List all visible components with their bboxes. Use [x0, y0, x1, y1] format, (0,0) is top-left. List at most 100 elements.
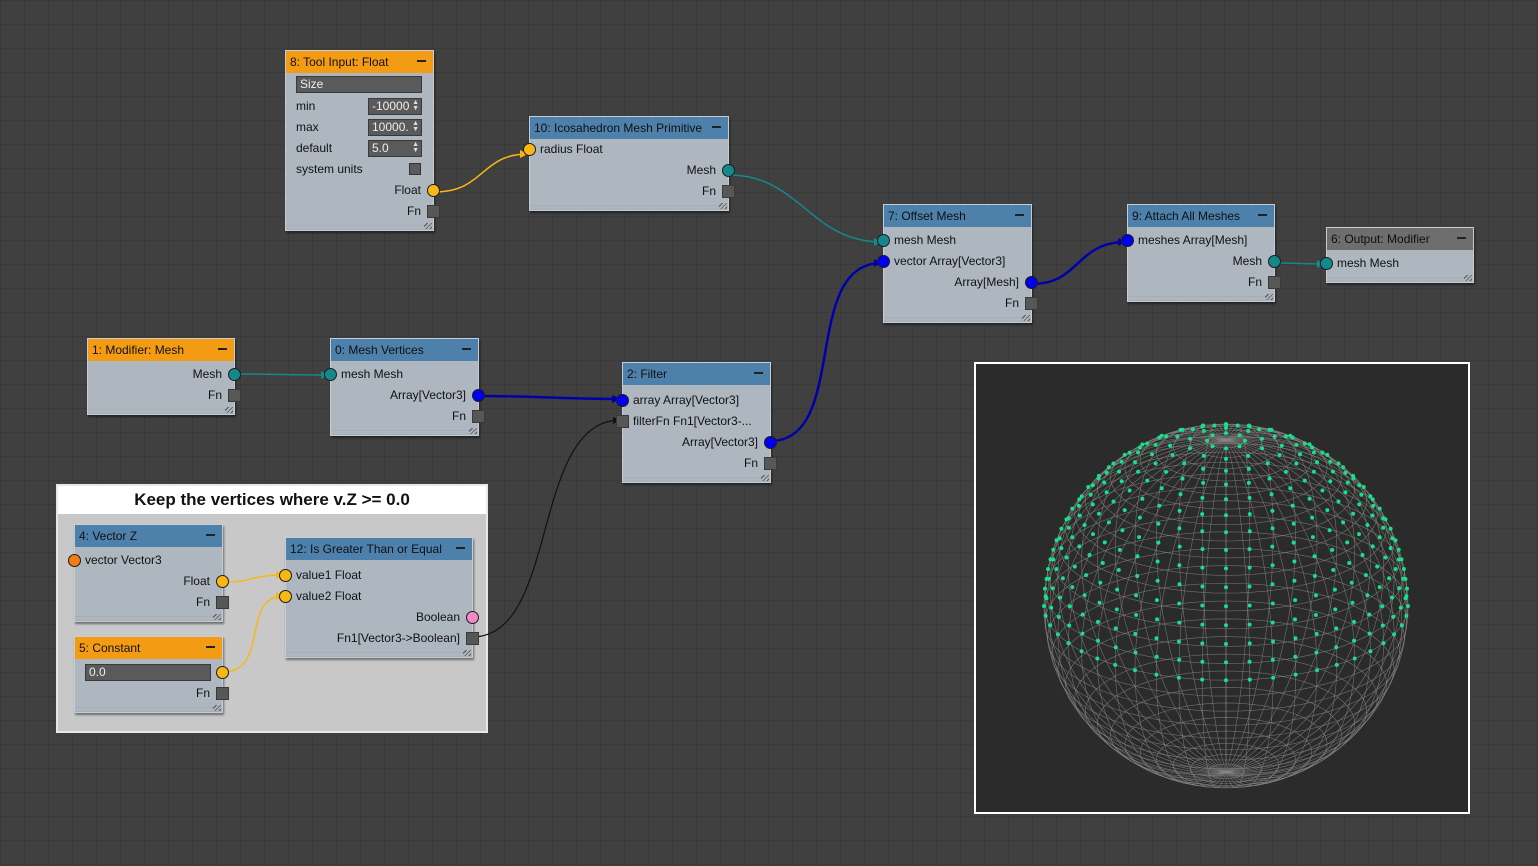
node-header[interactable]: 7: Offset Mesh [884, 205, 1031, 227]
node-modifier-mesh[interactable]: 1: Modifier: Mesh Mesh Fn [87, 338, 241, 415]
output-fn1-port[interactable] [466, 632, 479, 645]
output-fn-port[interactable] [764, 457, 777, 470]
node-header[interactable]: 1: Modifier: Mesh [88, 339, 234, 361]
minimize-icon[interactable] [455, 543, 466, 552]
vertex-dot [1313, 593, 1318, 598]
resize-grip-icon[interactable] [88, 406, 234, 414]
min-field[interactable]: -10000 ▲ ▼ [368, 98, 422, 115]
group-title[interactable]: Keep the vertices where v.Z >= 0.0 [58, 486, 486, 514]
minimize-icon[interactable] [1014, 210, 1025, 219]
output-array-port[interactable] [764, 436, 777, 449]
vertex-dot [1325, 452, 1330, 457]
output-value-port[interactable] [216, 666, 229, 679]
vertex-dot [1320, 450, 1325, 455]
minimize-icon[interactable] [461, 344, 472, 353]
input-meshes-port[interactable] [1121, 234, 1134, 247]
resize-grip-icon[interactable] [286, 649, 472, 657]
name-field[interactable]: Size [296, 76, 422, 93]
output-mesh-port[interactable] [722, 164, 735, 177]
minimize-icon[interactable] [217, 344, 228, 353]
output-fn-port[interactable] [216, 596, 229, 609]
resize-grip-icon[interactable] [530, 202, 728, 210]
input-vector-port[interactable] [877, 255, 890, 268]
node-header[interactable]: 2: Filter [623, 363, 770, 385]
output-float-port[interactable] [427, 184, 440, 197]
resize-grip-icon[interactable] [1327, 274, 1473, 282]
vertex-dot [1246, 453, 1251, 458]
input-value2-port[interactable] [279, 590, 292, 603]
constant-value-field[interactable]: 0.0 [85, 664, 211, 681]
output-float-port[interactable] [216, 575, 229, 588]
input-filterfn-port[interactable] [616, 415, 629, 428]
output-mesh-port[interactable] [228, 368, 241, 381]
viewport-preview[interactable] [974, 362, 1470, 814]
output-boolean-port[interactable] [466, 611, 479, 624]
node-header[interactable]: 5: Constant [75, 637, 222, 659]
node-tool-input-float[interactable]: 8: Tool Input: Float Size min -10000 ▲ ▼ ma… [285, 50, 440, 231]
spinner-icon[interactable]: ▲ ▼ [412, 141, 419, 154]
vertex-dot [1271, 639, 1275, 644]
vertex-dot [1066, 525, 1071, 530]
minimize-icon[interactable] [416, 56, 427, 65]
node-constant[interactable]: 5: Constant 0.0 Fn [74, 636, 229, 713]
node-icosahedron-mesh-primitive[interactable]: 10: Icosahedron Mesh Primitive radius Fl… [523, 116, 735, 211]
node-offset-mesh[interactable]: 7: Offset Mesh mesh Mesh vector Array[Ve… [877, 204, 1038, 323]
output-fn-port[interactable] [1268, 276, 1281, 289]
vertex-dot [1159, 486, 1164, 491]
minimize-icon[interactable] [1257, 210, 1268, 219]
resize-grip-icon[interactable] [1128, 293, 1274, 301]
output-array-port[interactable] [1025, 276, 1038, 289]
node-header[interactable]: 6: Output: Modifier [1327, 228, 1473, 250]
resize-grip-icon[interactable] [75, 704, 222, 712]
node-header[interactable]: 10: Icosahedron Mesh Primitive [530, 117, 728, 139]
resize-grip-icon[interactable] [331, 427, 478, 435]
minimize-icon[interactable] [205, 642, 216, 651]
system-units-checkbox[interactable] [409, 163, 421, 175]
output-fn-port[interactable] [722, 185, 735, 198]
input-vector-port[interactable] [68, 554, 81, 567]
minimize-icon[interactable] [753, 368, 764, 377]
max-field[interactable]: 10000. ▲ ▼ [368, 119, 422, 136]
vertex-dot [1055, 632, 1060, 637]
input-radius-port[interactable] [523, 143, 536, 156]
output-fn-port[interactable] [228, 389, 241, 402]
node-vector-z[interactable]: 4: Vector Z vector Vector3 Float Fn [68, 524, 229, 622]
default-field[interactable]: 5.0 ▲ ▼ [368, 140, 422, 157]
input-mesh-port[interactable] [324, 368, 337, 381]
node-header[interactable]: 9: Attach All Meshes [1128, 205, 1274, 227]
node-header[interactable]: 12: Is Greater Than or Equal [286, 538, 472, 560]
node-mesh-vertices[interactable]: 0: Mesh Vertices mesh Mesh Array[Vector3… [324, 338, 485, 436]
input-value1-port[interactable] [279, 569, 292, 582]
node-header[interactable]: 0: Mesh Vertices [331, 339, 478, 361]
output-fn-port[interactable] [1025, 297, 1038, 310]
input-array-port[interactable] [616, 394, 629, 407]
output-mesh-port[interactable] [1268, 255, 1281, 268]
vertex-dot [1398, 605, 1403, 610]
spinner-icon[interactable]: ▲ ▼ [412, 120, 419, 133]
node-output-modifier[interactable]: 6: Output: Modifier mesh Mesh [1320, 227, 1474, 283]
output-fn-port[interactable] [216, 687, 229, 700]
vertex-dot [1246, 429, 1251, 433]
minimize-icon[interactable] [205, 530, 216, 539]
node-is-greater-than-or-equal[interactable]: 12: Is Greater Than or Equal value1 Floa… [279, 537, 479, 658]
resize-grip-icon[interactable] [286, 222, 433, 230]
resize-grip-icon[interactable] [884, 314, 1031, 322]
resize-grip-icon[interactable] [623, 474, 770, 482]
resize-grip-icon[interactable] [75, 613, 222, 621]
node-attach-all-meshes[interactable]: 9: Attach All Meshes meshes Array[Mesh] … [1121, 204, 1281, 302]
node-filter[interactable]: 2: Filter array Array[Vector3] filterFn … [616, 362, 777, 483]
node-header[interactable]: 8: Tool Input: Float [286, 51, 433, 73]
minimize-icon[interactable] [711, 122, 722, 131]
input-mesh-port[interactable] [1320, 257, 1333, 270]
vertex-dot [1059, 546, 1064, 551]
output-array-port[interactable] [472, 389, 485, 402]
vertex-dot [1292, 559, 1297, 564]
input-mesh-port[interactable] [877, 234, 890, 247]
vertex-dot [1178, 492, 1183, 497]
spinner-icon[interactable]: ▲ ▼ [412, 99, 419, 112]
vertex-dot [1056, 614, 1061, 619]
node-header[interactable]: 4: Vector Z [75, 525, 222, 547]
output-fn-port[interactable] [427, 205, 440, 218]
minimize-icon[interactable] [1456, 233, 1467, 242]
output-fn-port[interactable] [472, 410, 485, 423]
